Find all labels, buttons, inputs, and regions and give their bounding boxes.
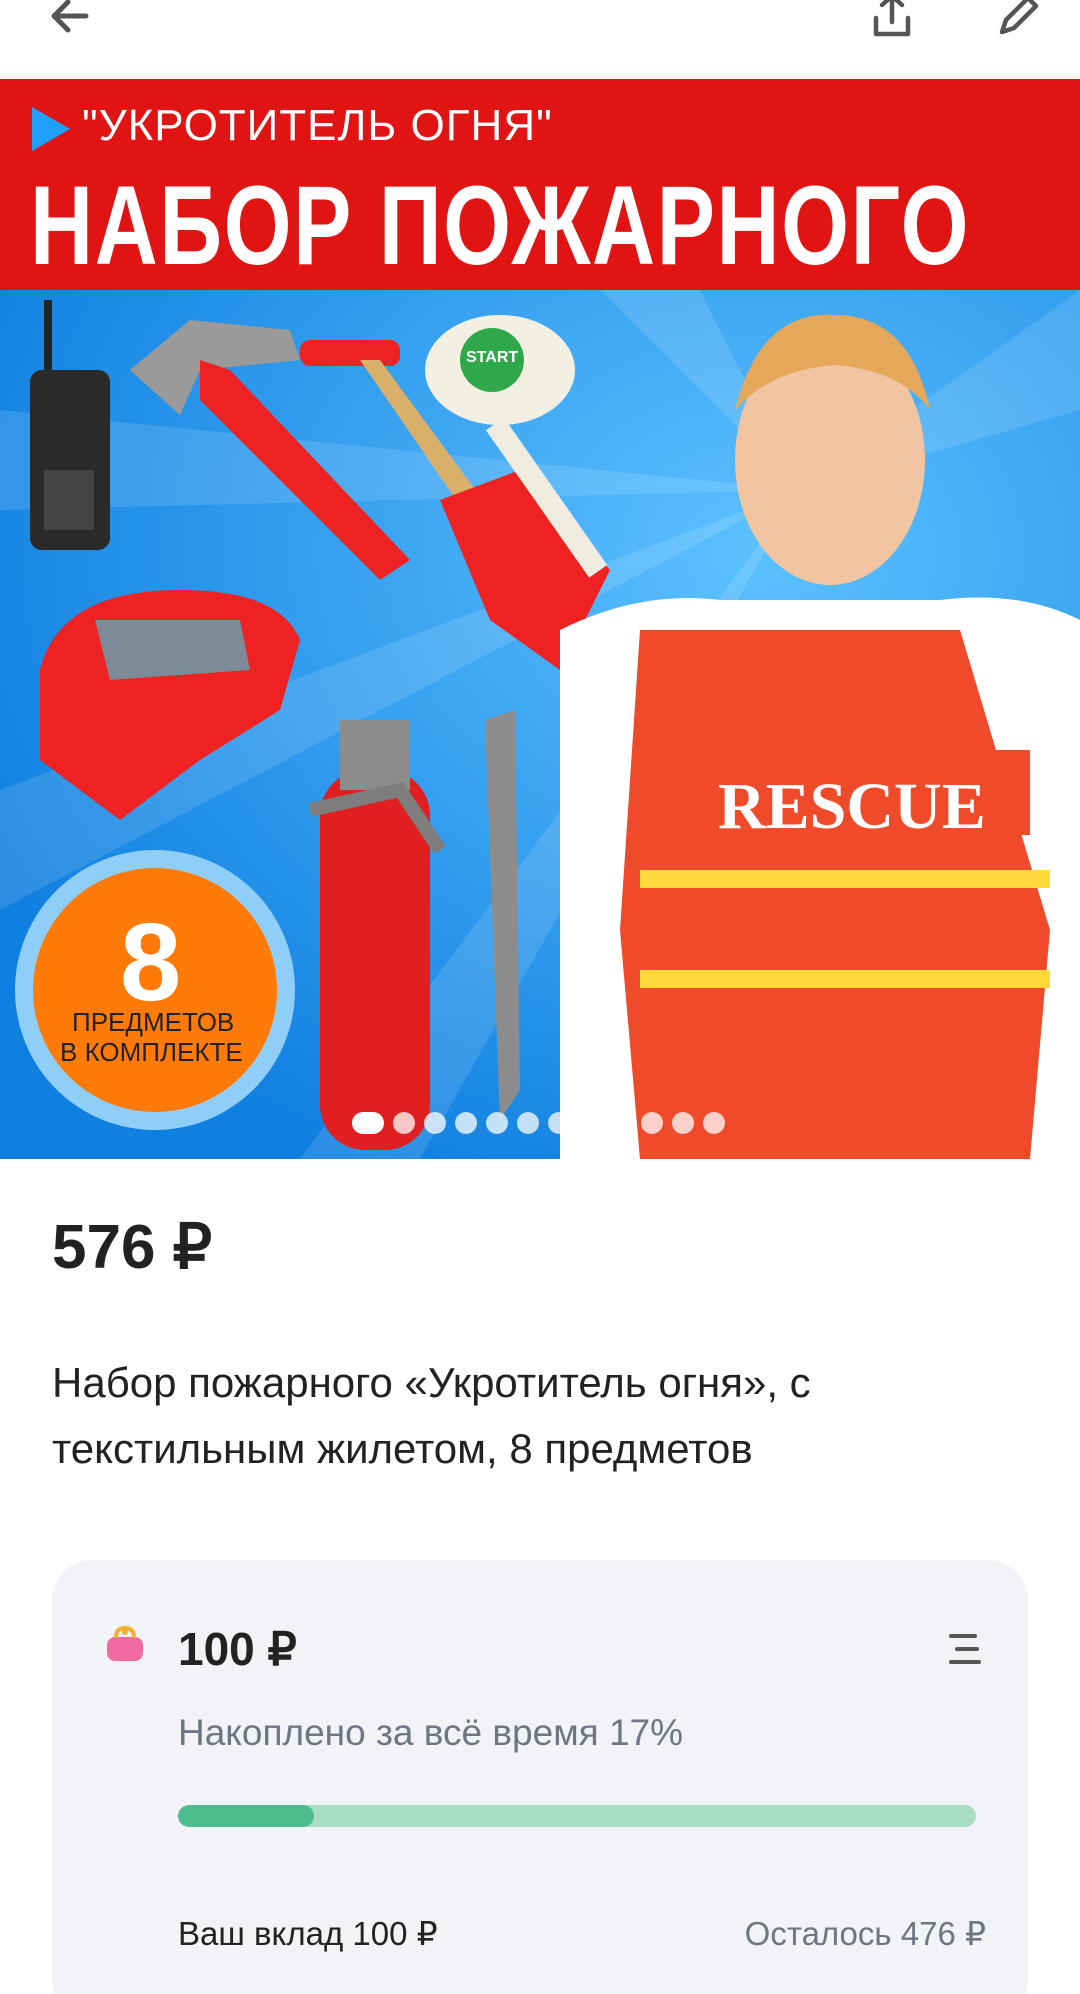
saved-total-text: Накоплено за всё время 17% bbox=[178, 1712, 684, 1753]
list-menu-icon[interactable] bbox=[947, 1632, 983, 1666]
share-upload-icon[interactable] bbox=[862, 0, 922, 46]
product-price: 576 ₽ bbox=[52, 1213, 213, 1282]
gallery-dot[interactable] bbox=[486, 1112, 508, 1134]
top-toolbar bbox=[0, 0, 1080, 79]
savings-card[interactable]: 100 ₽ Накоплено за всё время 17% Ваш вкл… bbox=[52, 1560, 1028, 1994]
image-subtitle: "УКРОТИТЕЛЬ ОГНЯ" bbox=[82, 101, 553, 150]
pencil-icon[interactable] bbox=[988, 0, 1048, 46]
gallery-dot[interactable] bbox=[352, 1112, 384, 1134]
gallery-dot[interactable] bbox=[703, 1112, 725, 1134]
gallery-dot[interactable] bbox=[672, 1112, 694, 1134]
gallery-dot[interactable] bbox=[548, 1112, 570, 1134]
play-triangle-icon bbox=[32, 107, 70, 151]
savings-amount: 100 ₽ bbox=[178, 1623, 297, 1675]
savings-progress-bar bbox=[178, 1805, 976, 1827]
gallery-dot[interactable] bbox=[455, 1112, 477, 1134]
vest-label: RESCUE bbox=[718, 770, 986, 843]
gallery-dot[interactable] bbox=[517, 1112, 539, 1134]
gallery-pagination[interactable] bbox=[352, 1112, 725, 1134]
gallery-dot[interactable] bbox=[393, 1112, 415, 1134]
badge-line1: ПРЕДМЕТОВ bbox=[72, 1007, 235, 1037]
product-title: Набор пожарного «Укротитель огня», с тек… bbox=[52, 1359, 811, 1472]
badge-line2: В КОМПЛЕКТЕ bbox=[60, 1037, 243, 1067]
product-image-gallery[interactable]: "УКРОТИТЕЛЬ ОГНЯ" НАБОР ПОЖАРНОГО 8 ПРЕД… bbox=[0, 79, 1080, 1159]
image-title: НАБОР ПОЖАРНОГО bbox=[30, 163, 971, 288]
savings-progress-fill bbox=[178, 1805, 314, 1827]
arrow-left-icon[interactable] bbox=[40, 0, 100, 46]
wallet-purse-icon bbox=[104, 1624, 146, 1666]
gallery-dot[interactable] bbox=[424, 1112, 446, 1134]
image-header-band: "УКРОТИТЕЛЬ ОГНЯ" НАБОР ПОЖАРНОГО bbox=[0, 79, 1080, 290]
gallery-dot[interactable] bbox=[579, 1112, 601, 1134]
gallery-dot[interactable] bbox=[641, 1112, 663, 1134]
gallery-dot[interactable] bbox=[610, 1112, 632, 1134]
your-contribution: Ваш вклад 100 ₽ bbox=[178, 1915, 438, 1952]
sign-label: START bbox=[466, 349, 519, 366]
remaining-amount: Осталось 476 ₽ bbox=[744, 1915, 986, 1952]
